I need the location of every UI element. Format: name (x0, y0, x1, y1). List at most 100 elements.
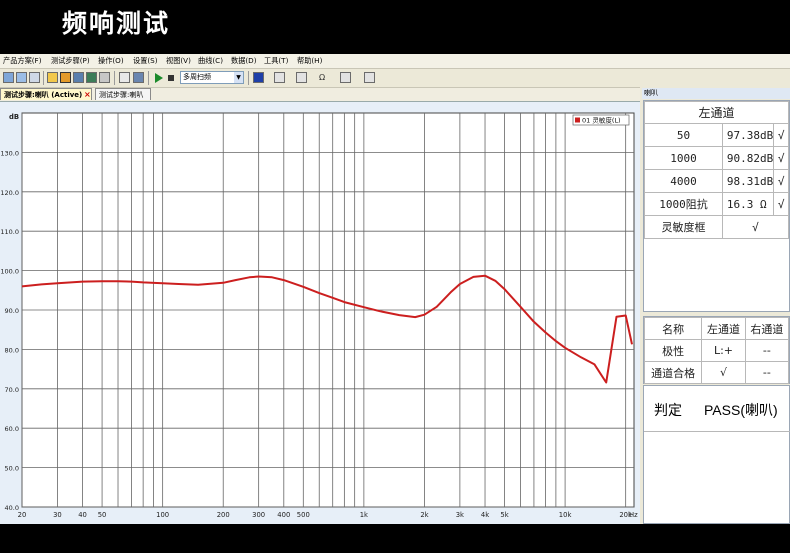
table-row: 1000阻抗 16.3 Ω √ (644, 192, 789, 216)
check-cell: √ (773, 192, 789, 216)
x-tick-label: 5k (500, 511, 508, 519)
toolbar-separator (248, 71, 249, 85)
x-tick-label: 300 (252, 511, 265, 519)
x-tick-label: 4k (481, 511, 489, 519)
banner: 频响测试 (0, 0, 790, 54)
list-icon[interactable] (29, 72, 40, 83)
x-tick-label: 400 (277, 511, 290, 519)
table-row: 1000 90.82dB √ (644, 146, 789, 170)
table-row: 通道合格 √ -- (643, 361, 790, 384)
check-cell: √ (773, 146, 789, 170)
omega-icon[interactable]: Ω (319, 72, 325, 83)
measurement-panel: 左通道 50 97.38dB √ 1000 90.82dB √ 4000 98.31dB √… (643, 100, 790, 312)
x-tick-label: 3k (456, 511, 464, 519)
cursor-icon[interactable] (274, 72, 285, 83)
x-tick-label: 1k (360, 511, 368, 519)
legend-swatch (575, 117, 580, 123)
tab-bar: 测试步骤:喇叭 (Active) × 测试步骤:喇叭 (0, 88, 640, 101)
y-tick-label: 80.0 (5, 346, 19, 354)
check-cell: √ (773, 169, 789, 193)
menu-product[interactable]: 产品方案(F) (3, 55, 42, 67)
stop-icon[interactable] (168, 75, 174, 81)
value-cell: 16.3 Ω (721, 192, 775, 216)
menu-test-step[interactable]: 测试步骤(P) (51, 55, 90, 67)
print-icon[interactable] (99, 72, 110, 83)
y-tick-label: 70.0 (5, 386, 19, 394)
formula-icon[interactable] (340, 72, 351, 83)
color-icon[interactable] (253, 72, 264, 83)
table-header-row: 名称 左通道 右通道 (643, 317, 790, 340)
save-icon[interactable] (60, 72, 71, 83)
table-row: 4000 98.31dB √ (644, 169, 789, 193)
check-cell: √ (773, 123, 789, 147)
y-tick-label: 120.0 (0, 189, 19, 197)
y-tick-label: 60.0 (5, 425, 19, 433)
row-label: 通道合格 (643, 361, 703, 384)
grid-icon[interactable] (86, 72, 97, 83)
col-header-name: 名称 (643, 317, 703, 340)
y-tick-label: 110.0 (0, 228, 19, 236)
menu-curve[interactable]: 曲线(C) (198, 55, 223, 67)
frequency-response-chart: 40.0 50.0 60.0 70.0 80.0 90.0 100.0 110.0 120.0 1… (0, 101, 640, 524)
menu-operation[interactable]: 操作(O) (98, 55, 124, 67)
x-axis-label: Hz (629, 511, 638, 519)
x-tick-label: 40 (78, 511, 87, 519)
chevron-down-icon: ▼ (234, 72, 243, 83)
freq-cell: 50 (644, 123, 723, 147)
close-icon[interactable]: × (84, 89, 91, 101)
export-icon[interactable] (73, 72, 84, 83)
menu-bar: 产品方案(F) 测试步骤(P) 操作(O) 设置(S) 视图(V) 曲线(C) … (0, 54, 790, 69)
legend-label: 01 灵敏度(L) (582, 116, 621, 125)
left-channel-header: 左通道 (644, 101, 789, 124)
row-label: 极性 (643, 339, 703, 362)
x-tick-label: 20 (18, 511, 27, 519)
window-icon[interactable] (16, 72, 27, 83)
side-panel-header: 喇叭 (642, 88, 790, 99)
menu-tools[interactable]: 工具(T) (264, 55, 288, 67)
tab-test-step[interactable]: 测试步骤:喇叭 (95, 88, 151, 100)
x-tick-label: 10k (559, 511, 572, 519)
marker-icon[interactable] (364, 72, 375, 83)
toolbar-separator (43, 71, 44, 85)
value-cell: 98.31dB (721, 169, 775, 193)
menu-view[interactable]: 视图(V) (166, 55, 191, 67)
menu-help[interactable]: 帮助(H) (297, 55, 322, 67)
bottom-bar (0, 524, 790, 553)
toolbar: 多周扫频 ▼ Ω (0, 69, 640, 88)
open-folder-icon[interactable] (47, 72, 58, 83)
right-value: -- (744, 339, 790, 362)
right-value: -- (744, 361, 790, 384)
play-icon[interactable] (154, 73, 163, 83)
sensitivity-check: √ (721, 215, 790, 239)
calibrate-icon[interactable] (133, 72, 144, 83)
measurement-table: 左通道 50 97.38dB √ 1000 90.82dB √ 4000 98.31dB √… (644, 101, 790, 239)
channel-table: 名称 左通道 右通道 极性 L:+ -- 通道合格 √ -- (643, 317, 790, 384)
verdict-value: PASS(喇叭) (704, 402, 778, 418)
left-value: √ (701, 361, 746, 384)
table-row: 极性 L:+ -- (643, 339, 790, 362)
freq-cell: 1000 (644, 146, 723, 170)
tab-test-step-active[interactable]: 测试步骤:喇叭 (Active) × (0, 88, 92, 100)
toolbar-separator (148, 71, 149, 85)
col-header-right: 右通道 (744, 317, 790, 340)
x-tick-label: 500 (297, 511, 310, 519)
y-tick-label: 50.0 (5, 465, 19, 473)
divider (644, 431, 790, 432)
col-header-left: 左通道 (701, 317, 746, 340)
scan-mode-select[interactable]: 多周扫频 ▼ (180, 71, 244, 84)
toolbar-separator (114, 71, 115, 85)
new-icon[interactable] (3, 72, 14, 83)
bar-icon[interactable] (296, 72, 307, 83)
freq-cell: 1000阻抗 (644, 192, 723, 216)
value-cell: 97.38dB (721, 123, 775, 147)
freq-cell: 4000 (644, 169, 723, 193)
verdict-label: 判定 (654, 403, 682, 419)
x-tick-label: 100 (156, 511, 169, 519)
menu-settings[interactable]: 设置(S) (133, 55, 158, 67)
left-value: L:+ (701, 339, 746, 362)
x-tick-label: 200 (217, 511, 230, 519)
x-tick-label: 2k (420, 511, 428, 519)
value-cell: 90.82dB (721, 146, 775, 170)
edit-icon[interactable] (119, 72, 130, 83)
menu-data[interactable]: 数据(D) (231, 55, 257, 67)
